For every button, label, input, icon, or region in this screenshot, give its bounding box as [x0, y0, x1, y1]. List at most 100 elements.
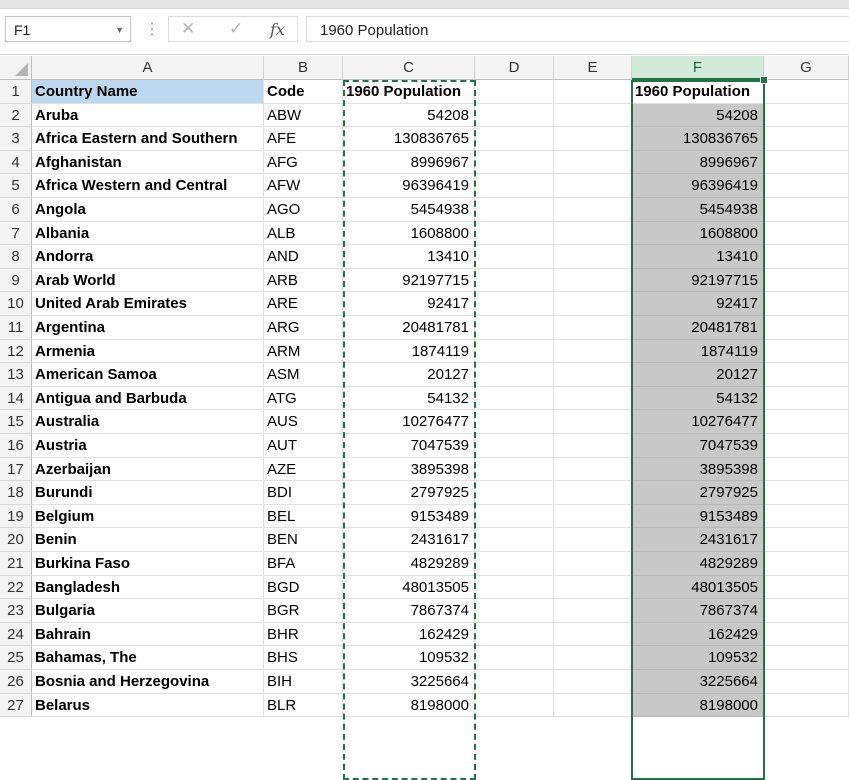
cell-code[interactable]: AGO	[264, 198, 343, 222]
cell-code[interactable]: ASM	[264, 363, 343, 387]
cell-empty[interactable]	[475, 481, 554, 505]
column-header-b[interactable]: B	[264, 56, 343, 80]
cell-empty[interactable]	[554, 316, 632, 340]
cell-empty[interactable]	[764, 245, 849, 269]
cell-1960-population-copy[interactable]: 3895398	[632, 457, 764, 482]
cell-1960-population-copy[interactable]: 2797925	[632, 481, 764, 505]
cell-empty[interactable]	[554, 528, 632, 552]
cell-code[interactable]: ARE	[264, 292, 343, 316]
cell-1960-population[interactable]: 20481781	[343, 316, 475, 340]
cell-empty[interactable]	[764, 693, 849, 718]
cell-1960-population[interactable]: 4829289	[343, 552, 475, 576]
cell-empty[interactable]	[554, 386, 632, 411]
cell-empty[interactable]	[475, 410, 554, 434]
cell-country-name[interactable]: Burkina Faso	[32, 552, 264, 576]
cell-empty[interactable]	[475, 221, 554, 246]
row-header[interactable]: 16	[0, 434, 32, 458]
cell-empty[interactable]	[475, 292, 554, 316]
cell-country-name[interactable]: Belgium	[32, 504, 264, 529]
column-header-g[interactable]: G	[764, 56, 849, 80]
cell-1960-population-copy[interactable]: 130836765	[632, 127, 764, 151]
cell-empty[interactable]	[475, 174, 554, 198]
cell-1960-population[interactable]: 3895398	[343, 457, 475, 482]
cell-1960-population[interactable]: 92197715	[343, 268, 475, 293]
cell-country-name[interactable]: Australia	[32, 410, 264, 434]
cell-country-name[interactable]: Benin	[32, 528, 264, 552]
cell-empty[interactable]	[764, 221, 849, 246]
cell-empty[interactable]	[554, 481, 632, 505]
cell-1960-population-copy[interactable]: 2431617	[632, 528, 764, 552]
cell-code[interactable]: AUS	[264, 410, 343, 434]
cell-empty[interactable]	[475, 103, 554, 128]
cell-empty[interactable]	[554, 622, 632, 647]
cell-empty[interactable]	[764, 198, 849, 222]
cell-code[interactable]: AZE	[264, 457, 343, 482]
cell-empty[interactable]	[475, 339, 554, 364]
cell-country-name[interactable]: Bangladesh	[32, 575, 264, 600]
cell-1960-population[interactable]: 13410	[343, 245, 475, 269]
cell-1960-population-copy[interactable]: 5454938	[632, 198, 764, 222]
cell-code[interactable]: BFA	[264, 552, 343, 576]
cell-1960-population[interactable]: 2431617	[343, 528, 475, 552]
cell-empty[interactable]	[764, 80, 849, 104]
cell-empty[interactable]	[764, 504, 849, 529]
cell-1960-population-copy[interactable]: 7047539	[632, 434, 764, 458]
cell-empty[interactable]	[764, 292, 849, 316]
cell-empty[interactable]	[554, 575, 632, 600]
cell-1960-population[interactable]: 54132	[343, 386, 475, 411]
row-header[interactable]: 23	[0, 599, 32, 623]
cell-empty[interactable]	[764, 457, 849, 482]
cell-country-name[interactable]: Arab World	[32, 268, 264, 293]
cell-empty[interactable]	[554, 457, 632, 482]
cell-1960-population-copy[interactable]: 92417	[632, 292, 764, 316]
cell-1960-population[interactable]: 92417	[343, 292, 475, 316]
cell-code[interactable]: ARG	[264, 316, 343, 340]
cell-1960-population-copy[interactable]: 1608800	[632, 221, 764, 246]
cell-1960-population[interactable]: 8996967	[343, 150, 475, 175]
row-header[interactable]: 13	[0, 363, 32, 387]
cell-code[interactable]: BDI	[264, 481, 343, 505]
cell-empty[interactable]	[764, 410, 849, 434]
cell-empty[interactable]	[554, 292, 632, 316]
cell-country-name[interactable]: Bulgaria	[32, 599, 264, 623]
header-cell-country[interactable]: Country Name	[32, 80, 264, 104]
cell-empty[interactable]	[475, 363, 554, 387]
cell-empty[interactable]	[554, 221, 632, 246]
cell-code[interactable]: BEL	[264, 504, 343, 529]
cell-1960-population-copy[interactable]: 10276477	[632, 410, 764, 434]
row-header[interactable]: 19	[0, 504, 32, 529]
chevron-down-icon[interactable]: ▼	[115, 25, 124, 35]
row-header[interactable]: 24	[0, 622, 32, 647]
row-header[interactable]: 27	[0, 693, 32, 718]
cell-empty[interactable]	[764, 481, 849, 505]
cell-empty[interactable]	[764, 150, 849, 175]
cell-1960-population-copy[interactable]: 4829289	[632, 552, 764, 576]
cell-1960-population-copy[interactable]: 96396419	[632, 174, 764, 198]
header-cell-code[interactable]: Code	[264, 80, 343, 104]
cell-empty[interactable]	[475, 245, 554, 269]
cell-country-name[interactable]: Antigua and Barbuda	[32, 386, 264, 411]
column-header-c[interactable]: C	[343, 56, 475, 80]
cell-code[interactable]: ALB	[264, 221, 343, 246]
row-header[interactable]: 4	[0, 150, 32, 175]
cell-empty[interactable]	[554, 434, 632, 458]
cell-1960-population[interactable]: 2797925	[343, 481, 475, 505]
cell-empty[interactable]	[554, 198, 632, 222]
cell-empty[interactable]	[475, 80, 554, 104]
row-header[interactable]: 20	[0, 528, 32, 552]
cell-empty[interactable]	[764, 528, 849, 552]
cell-empty[interactable]	[475, 457, 554, 482]
cell-empty[interactable]	[475, 670, 554, 694]
cell-code[interactable]: BIH	[264, 670, 343, 694]
cell-country-name[interactable]: Africa Western and Central	[32, 174, 264, 198]
cell-empty[interactable]	[554, 245, 632, 269]
row-header[interactable]: 11	[0, 316, 32, 340]
cell-empty[interactable]	[764, 646, 849, 670]
cell-code[interactable]: AFE	[264, 127, 343, 151]
cell-empty[interactable]	[554, 552, 632, 576]
cell-empty[interactable]	[554, 599, 632, 623]
row-header[interactable]: 8	[0, 245, 32, 269]
cell-country-name[interactable]: Austria	[32, 434, 264, 458]
row-header[interactable]: 6	[0, 198, 32, 222]
cell-1960-population-copy[interactable]: 20127	[632, 363, 764, 387]
